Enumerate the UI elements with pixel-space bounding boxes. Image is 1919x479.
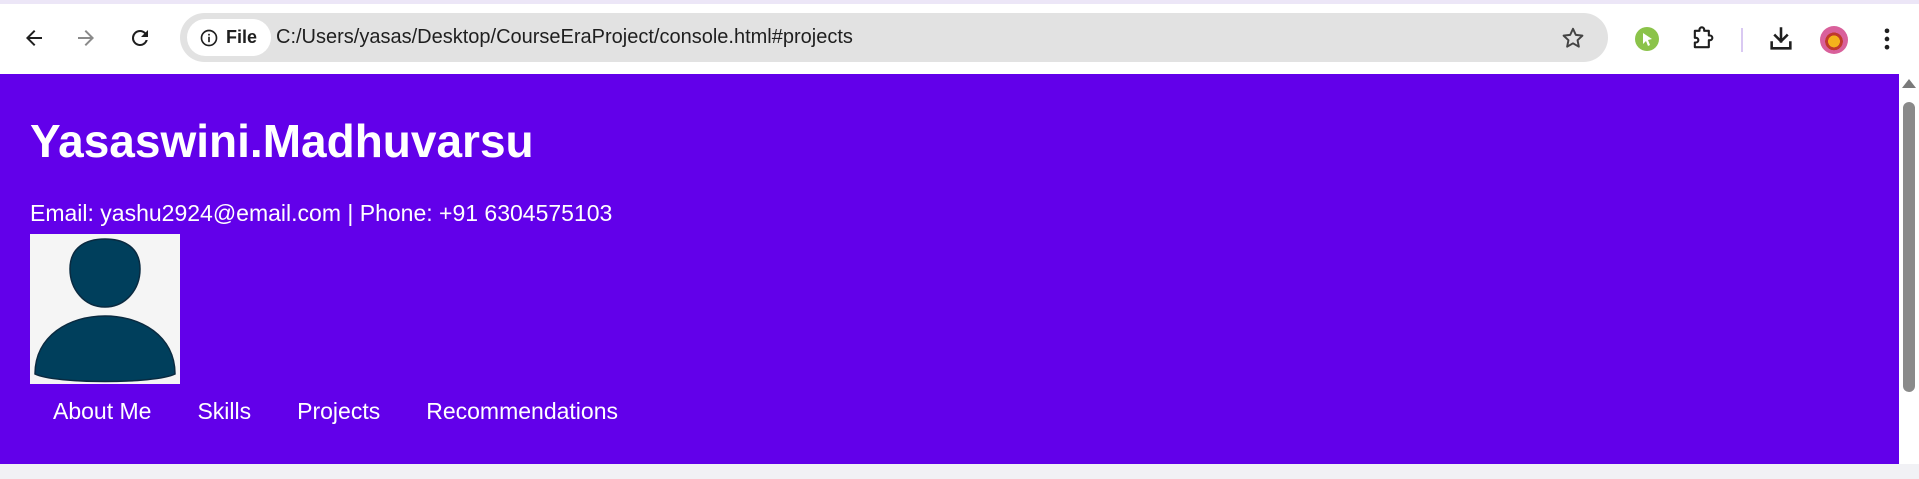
vertical-scrollbar[interactable] bbox=[1899, 74, 1919, 464]
kebab-menu-icon bbox=[1884, 28, 1890, 50]
info-icon bbox=[200, 29, 218, 46]
nav-projects[interactable]: Projects bbox=[274, 398, 403, 425]
nav-recommendations[interactable]: Recommendations bbox=[403, 398, 641, 425]
forward-button[interactable] bbox=[70, 22, 102, 54]
nav-about-me[interactable]: About Me bbox=[30, 398, 174, 425]
arrow-left-icon bbox=[26, 30, 42, 46]
site-chip-label: File bbox=[226, 27, 258, 47]
browser-toolbar: File C:/Users/yasas/Desktop/CourseEraPro… bbox=[0, 0, 1919, 74]
star-icon bbox=[1562, 27, 1584, 48]
site-info-chip[interactable]: File bbox=[187, 19, 272, 56]
page-header: Yasaswini.Madhuvarsu Email: yashu2924@em… bbox=[0, 74, 1899, 464]
browser-menu-button[interactable] bbox=[1872, 24, 1902, 54]
contact-info: Email: yashu2924@email.com | Phone: +91 … bbox=[30, 200, 613, 226]
download-icon bbox=[1770, 27, 1792, 50]
reload-button[interactable] bbox=[124, 22, 156, 54]
arrow-right-icon bbox=[78, 30, 94, 46]
scrollbar-thumb[interactable] bbox=[1903, 102, 1915, 392]
green-extension-icon bbox=[1635, 27, 1659, 51]
profile-picture bbox=[30, 234, 180, 384]
puzzle-icon bbox=[1693, 26, 1714, 49]
url-text[interactable]: C:/Users/yasas/Desktop/CourseEraProject/… bbox=[276, 26, 853, 49]
nav-skills[interactable]: Skills bbox=[174, 398, 274, 425]
back-button[interactable] bbox=[18, 22, 50, 54]
extensions-button[interactable] bbox=[1688, 24, 1718, 54]
person-silhouette-icon bbox=[30, 234, 180, 384]
reload-icon bbox=[131, 29, 148, 46]
toolbar-separator bbox=[1741, 28, 1743, 52]
scroll-up-arrow-icon[interactable] bbox=[1902, 79, 1916, 88]
page-viewport: Yasaswini.Madhuvarsu Email: yashu2924@em… bbox=[0, 74, 1919, 479]
profile-avatar[interactable] bbox=[1820, 26, 1848, 54]
address-bar[interactable]: File C:/Users/yasas/Desktop/CourseEraPro… bbox=[180, 13, 1608, 62]
green-extension-button[interactable] bbox=[1632, 24, 1662, 54]
bookmark-button[interactable] bbox=[1560, 25, 1586, 51]
main-nav: About Me Skills Projects Recommendations bbox=[30, 398, 641, 425]
page-title: Yasaswini.Madhuvarsu bbox=[30, 115, 534, 167]
downloads-button[interactable] bbox=[1766, 24, 1796, 54]
